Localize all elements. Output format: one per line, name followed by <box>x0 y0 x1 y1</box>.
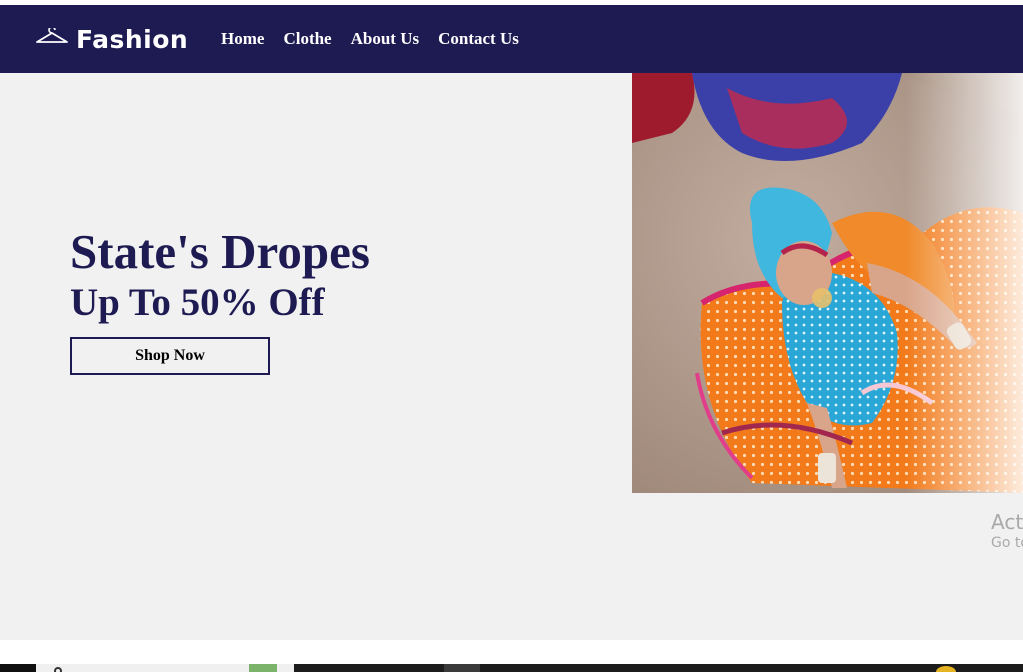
nav-link-contact-us[interactable]: Contact Us <box>438 29 519 49</box>
hero-section: State's Dropes Up To 50% Off Shop Now <box>0 73 1023 640</box>
hanger-icon <box>36 28 68 43</box>
main-nav: Home Clothe About Us Contact Us <box>221 29 538 49</box>
brand-name: Fashion <box>76 24 189 54</box>
search-icon <box>54 667 62 672</box>
nav-link-home[interactable]: Home <box>221 29 264 49</box>
page: Fashion Home Clothe About Us Contact Us … <box>0 0 1023 672</box>
windows-activation-watermark: Acti Go to <box>991 510 1023 552</box>
shop-now-button[interactable]: Shop Now <box>70 337 270 375</box>
hero-title: State's Dropes <box>70 224 370 279</box>
search-highlight-image <box>249 664 277 672</box>
hero-image <box>632 73 1023 493</box>
model-in-orange-dress-photo <box>632 73 1023 493</box>
nav-link-about-us[interactable]: About Us <box>351 29 420 49</box>
watermark-line-2: Go to <box>991 535 1023 551</box>
taskbar-app-icon[interactable] <box>496 664 510 672</box>
watermark-line-1: Acti <box>991 510 1023 534</box>
navbar: Fashion Home Clothe About Us Contact Us <box>0 5 1023 73</box>
taskbar <box>0 664 1023 672</box>
tray-icon[interactable] <box>936 666 956 672</box>
hero-subtitle: Up To 50% Off <box>70 281 325 324</box>
page-bottom <box>0 640 1023 664</box>
windows-start-icon[interactable] <box>0 664 36 672</box>
taskbar-app-icon[interactable] <box>304 664 324 672</box>
taskbar-active-app-icon[interactable] <box>444 664 480 672</box>
nav-link-clothe[interactable]: Clothe <box>283 29 331 49</box>
taskbar-app-icon[interactable] <box>344 664 360 672</box>
taskbar-app-icon[interactable] <box>384 664 400 672</box>
brand-logo[interactable]: Fashion <box>34 23 188 55</box>
